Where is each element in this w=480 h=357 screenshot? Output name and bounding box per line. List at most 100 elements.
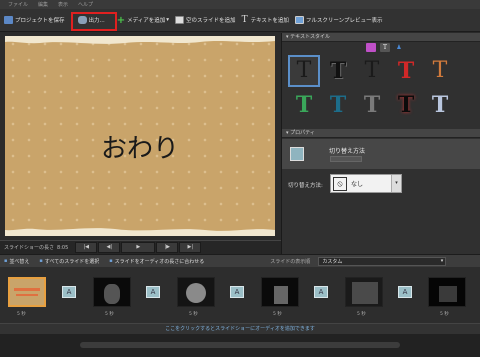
menu-file[interactable]: ファイル: [8, 1, 28, 8]
text-style-grid: T T T T T T T T T T: [282, 53, 480, 120]
text-style-2[interactable]: T: [323, 56, 353, 86]
transition-icon[interactable]: A: [230, 286, 244, 298]
torn-paper-top: [5, 36, 275, 44]
slide-thumbnail-5[interactable]: [345, 277, 383, 307]
slide-thumbnail-4[interactable]: [261, 277, 299, 307]
skip-start-button[interactable]: |◀: [75, 242, 98, 253]
menu-edit[interactable]: 編集: [38, 1, 48, 8]
text-style-3[interactable]: T: [357, 56, 387, 86]
chevron-down-icon: ▾: [440, 258, 444, 264]
skip-end-button[interactable]: ▶|: [179, 242, 202, 253]
fullscreen-preview-label: フルスクリーンプレビュー表示: [305, 18, 383, 24]
forward-icon: |▶: [164, 244, 171, 250]
text-icon: T: [241, 15, 248, 25]
text-style-6[interactable]: T: [289, 90, 319, 120]
duration-label: スライドショーの長さ: [4, 245, 55, 251]
timeline-toolbar: ▪ 並べ替え ▪ すべてのスライドを選択 ▪ スライドをオーディオの長さに合わせ…: [0, 254, 480, 267]
preview-area: おわり: [0, 33, 281, 240]
fullscreen-preview-button[interactable]: フルスクリーンプレビュー表示: [294, 12, 383, 28]
menu-bar: ファイル 編集 表示 ヘルプ: [0, 0, 480, 9]
text-style-8[interactable]: T: [357, 90, 387, 120]
style-tabs: T ♟: [282, 42, 480, 53]
slide-thumbnail-1[interactable]: [8, 277, 46, 307]
fit-audio-icon: ▪: [109, 258, 113, 264]
add-media-button[interactable]: + メディアを追加 ▾: [117, 12, 169, 28]
view-order-label: スライドの表示順: [270, 258, 311, 265]
add-text-button[interactable]: T テキストを追加: [242, 12, 289, 28]
text-style-1[interactable]: T: [288, 55, 320, 87]
slide-thumbnail-2[interactable]: [93, 277, 131, 307]
add-text-label: テキストを追加: [250, 18, 289, 24]
monitor-icon: [294, 16, 304, 24]
plus-icon: +: [116, 14, 126, 26]
timeline-scrollbar[interactable]: [80, 342, 400, 348]
transition-icon[interactable]: A: [398, 286, 412, 298]
select-all-slides-button[interactable]: すべてのスライドを選択: [45, 258, 99, 265]
text-styles-header[interactable]: ▾ テキストスタイル: [282, 33, 480, 42]
properties-header[interactable]: ▾ プロパティ: [282, 129, 480, 138]
transition-properties: 切り替え方法: [282, 139, 480, 169]
rewind-icon: ◀|: [106, 244, 113, 250]
text-style-4[interactable]: T: [391, 56, 421, 86]
transition-value: なし: [351, 181, 364, 188]
chevron-down-icon: ▾: [166, 17, 170, 23]
save-project-button[interactable]: プロジェクトを保存: [4, 12, 65, 28]
photo-shape: [274, 286, 288, 304]
slide-duration-5[interactable]: 5 秒: [357, 311, 366, 317]
slide-thumbnail-3[interactable]: [177, 277, 215, 307]
photo-shape: [186, 283, 206, 303]
add-blank-slide-button[interactable]: 空のスライドを追加: [175, 12, 236, 28]
output-highlight-box: [71, 12, 117, 31]
menu-help[interactable]: ヘルプ: [78, 1, 93, 8]
photo-shape: [439, 286, 457, 302]
view-order-select[interactable]: カスタム ▾: [318, 256, 447, 266]
sort-icon: ▪: [4, 258, 8, 264]
slide-text: おわり: [100, 134, 179, 164]
chevron-down-icon: ▾: [391, 175, 401, 192]
slide-thumbnail-6[interactable]: [428, 277, 466, 307]
play-button[interactable]: ▶: [121, 242, 156, 253]
text-style-tab[interactable]: T: [380, 43, 390, 52]
transition-duration-field[interactable]: [330, 156, 362, 162]
next-button[interactable]: |▶: [156, 242, 179, 253]
color-style-tab[interactable]: [366, 43, 376, 52]
transition-thumbnail: [290, 147, 304, 161]
transition-icon[interactable]: A: [146, 286, 160, 298]
transition-name: 切り替え方法: [329, 148, 366, 155]
previous-button[interactable]: ◀|: [98, 242, 121, 253]
duration-value: 8:05: [57, 244, 69, 251]
slide-preview[interactable]: おわり: [5, 36, 275, 236]
fit-to-audio-button[interactable]: スライドをオーディオの長さに合わせる: [115, 258, 205, 265]
text-style-9[interactable]: T: [391, 90, 421, 120]
slide-duration-2[interactable]: 5 秒: [105, 311, 114, 317]
slide-duration-4[interactable]: 5 秒: [273, 311, 282, 317]
torn-paper-bottom: [5, 228, 275, 236]
save-icon: [4, 16, 13, 24]
skip-end-icon: ▶|: [187, 244, 194, 250]
add-audio-hint[interactable]: ここをクリックするとスライドショーにオーディオを追加できます: [0, 323, 480, 334]
menu-view[interactable]: 表示: [58, 1, 68, 8]
slide-duration-3[interactable]: 5 秒: [189, 311, 198, 317]
text-style-7[interactable]: T: [323, 90, 353, 120]
play-icon: ▶: [136, 244, 141, 250]
text-style-10[interactable]: T: [425, 90, 455, 120]
slide-duration-6[interactable]: 5 秒: [440, 311, 449, 317]
transition-select[interactable]: ⦸ なし ▾: [330, 174, 402, 193]
right-panel: ▾ テキストスタイル T ♟ T T T T T T T T T T ▾ プロパ…: [281, 33, 480, 254]
transition-icon[interactable]: A: [62, 286, 76, 298]
add-media-label: メディアを追加: [127, 18, 166, 24]
view-order-value: カスタム: [322, 258, 343, 265]
text-style-5[interactable]: T: [425, 56, 455, 86]
skip-start-icon: |◀: [83, 244, 90, 250]
photo-shape: [104, 284, 120, 304]
transition-icon[interactable]: A: [314, 286, 328, 298]
playback-controls: スライドショーの長さ 8:05 |◀ ◀| ▶ |▶ ▶|: [0, 240, 281, 254]
sort-button[interactable]: 並べ替え: [9, 258, 29, 265]
slide-1-caption-bar: [16, 294, 38, 296]
none-icon: ⦸: [333, 176, 347, 191]
slide-duration-1[interactable]: 5 秒: [17, 311, 26, 317]
add-blank-slide-label: 空のスライドを追加: [186, 18, 236, 24]
photo-shape: [352, 282, 378, 304]
effect-style-tab[interactable]: ♟: [394, 43, 404, 52]
text-styles-title: テキストスタイル: [290, 34, 330, 40]
